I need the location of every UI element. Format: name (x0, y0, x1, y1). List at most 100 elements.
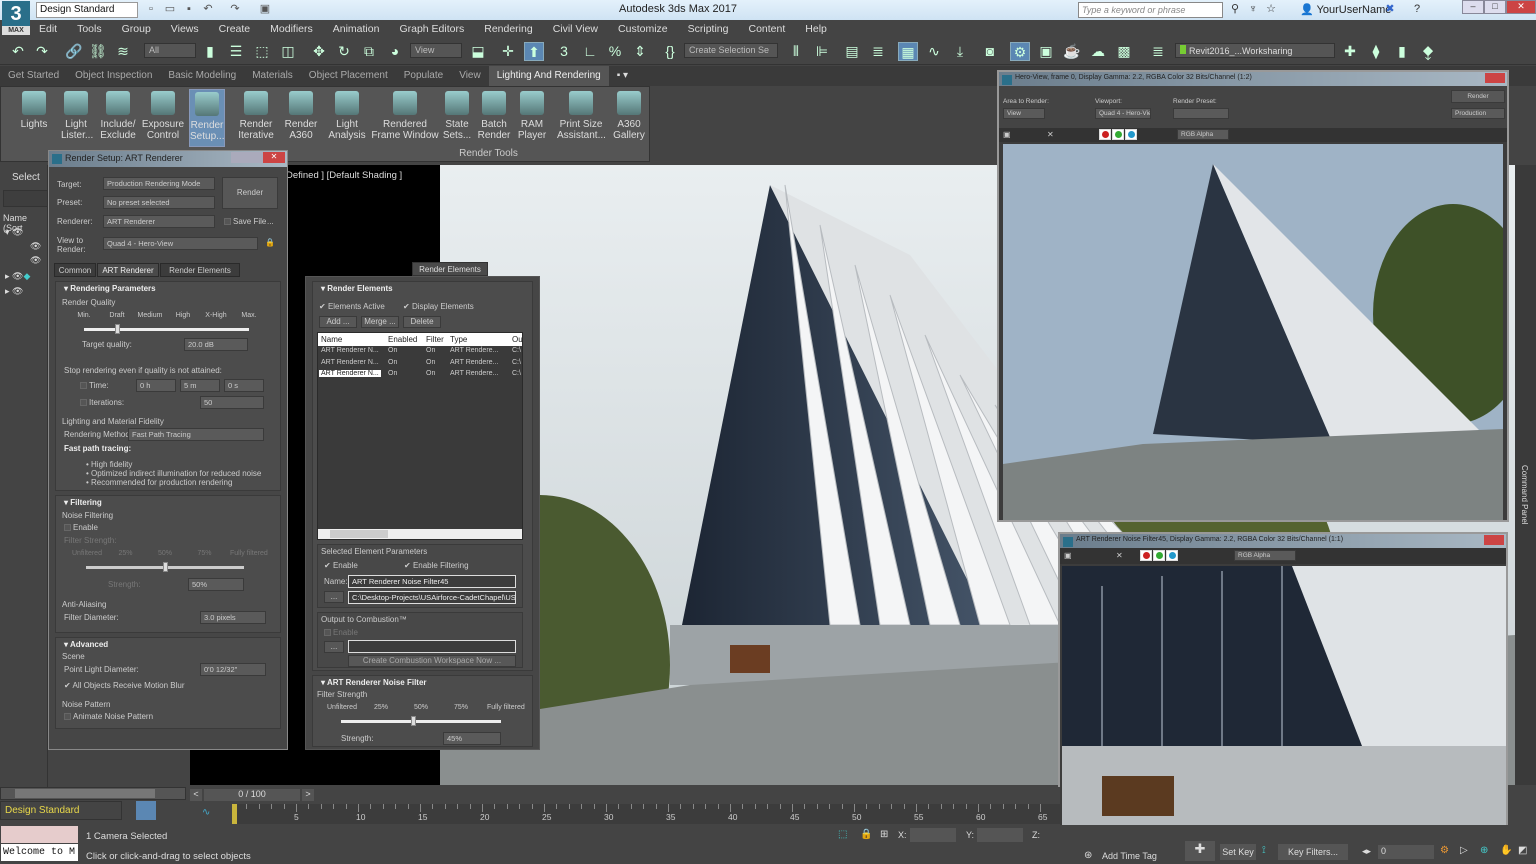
selection-filter-dropdown[interactable]: All (144, 43, 196, 58)
rollout-header[interactable]: ▾ Rendering Parameters (56, 282, 280, 293)
eye-icon[interactable]: 👁 (12, 286, 23, 296)
save-file-browse-button[interactable]: ... (267, 217, 274, 226)
merge-button[interactable]: Merge ... (361, 316, 399, 328)
rotate-icon[interactable]: ↻ (334, 42, 354, 61)
save-image-icon[interactable]: ▣ (1003, 130, 1011, 139)
tree-row[interactable]: ▸ 👁 (5, 286, 23, 297)
noise-filter-strength-slider[interactable] (341, 716, 501, 726)
red-channel-toggle[interactable] (1140, 550, 1153, 561)
rollout-header[interactable]: ▾ ART Renderer Noise Filter (313, 676, 532, 687)
green-channel-toggle[interactable] (1153, 550, 1166, 561)
preset-dropdown[interactable]: No preset selected (103, 196, 215, 209)
time-slider[interactable]: 0 / 100 (204, 789, 300, 801)
layer-dropdown[interactable]: Revit2016_...Worksharing (1175, 43, 1335, 58)
renderer-dropdown[interactable]: ART Renderer (103, 215, 215, 228)
x-coordinate-input[interactable] (910, 828, 956, 842)
layer-explorer-icon[interactable]: ≣ (868, 42, 888, 61)
maxscript-output[interactable]: Welcome to M (1, 844, 78, 861)
rendering-method-dropdown[interactable]: Fast Path Tracing (128, 428, 264, 441)
explorer-search-input[interactable] (3, 190, 48, 207)
display-elements-checkbox[interactable]: ✔ Display Elements (403, 302, 474, 311)
menu-group[interactable]: Group (113, 20, 162, 35)
edit-named-selection-icon[interactable]: {} (660, 42, 680, 61)
track-bar[interactable]: 05101520253035404550556065 (232, 804, 1062, 824)
strength-spinner[interactable]: 50% (188, 578, 244, 591)
blue-channel-toggle[interactable] (1125, 129, 1138, 140)
current-frame-spinner[interactable]: 0 (1378, 845, 1434, 859)
material-editor-icon[interactable]: ◙ (980, 42, 1000, 61)
iterations-spinner[interactable]: 50 (200, 396, 264, 409)
enable-filtering-checkbox[interactable]: ✔ Enable Filtering (404, 561, 469, 570)
next-frame-button[interactable]: > (302, 789, 314, 801)
menu-create[interactable]: Create (210, 20, 262, 35)
redo-icon[interactable]: ↷ (228, 3, 242, 16)
ribbon-toggle-icon[interactable]: ▦ (898, 42, 918, 61)
target-dropdown[interactable]: Production Rendering Mode (103, 177, 215, 190)
window-crossing-icon[interactable]: ◫ (278, 42, 298, 61)
close-button[interactable]: ✕ (263, 152, 285, 163)
render-button[interactable]: Render (222, 177, 278, 209)
save-file-checkbox[interactable]: Save File (224, 217, 266, 226)
channel-dropdown[interactable]: RGB Alpha (1234, 550, 1296, 561)
slider-knob[interactable] (163, 562, 168, 572)
rectangular-selection-icon[interactable]: ⬚ (252, 42, 272, 61)
keyboard-shortcut-override-icon[interactable]: ⬆ (524, 42, 544, 61)
ribbon-button-batch-render[interactable]: Batch Render (477, 89, 511, 147)
tab-render-elements[interactable]: Render Elements (412, 262, 488, 276)
area-to-render-dropdown[interactable]: View (1003, 108, 1045, 119)
eye-icon[interactable]: 👁 (12, 227, 23, 237)
key-mode-toggle-icon[interactable]: ◂▸ (1362, 846, 1371, 857)
pan-icon[interactable]: ✋ (1500, 845, 1512, 856)
layer-explorer-toggle-icon[interactable] (136, 801, 156, 820)
help-icon[interactable]: ? (1410, 3, 1424, 16)
key-filters-button[interactable]: Key Filters... (1278, 844, 1348, 860)
tab-object-inspection[interactable]: Object Inspection (67, 66, 160, 86)
rollout-header[interactable]: ▾ Filtering (56, 496, 280, 507)
tab-object-placement[interactable]: Object Placement (301, 66, 396, 86)
redo-icon[interactable]: ↷ (32, 42, 52, 61)
spinner-snap-icon[interactable]: ⇕ (630, 42, 650, 61)
align-icon[interactable]: ⊫ (812, 42, 832, 61)
favorites-icon[interactable]: ☆ (1264, 3, 1278, 16)
undo-icon[interactable]: ↶ (8, 42, 28, 61)
schematic-view-icon[interactable]: ⤓ (950, 42, 970, 61)
binoculars-icon[interactable]: ⚲ (1228, 3, 1242, 16)
motion-blur-checkbox[interactable]: ✔ All Objects Receive Motion Blur (64, 681, 185, 690)
menu-scripting[interactable]: Scripting (679, 20, 740, 35)
command-panel[interactable]: Command Panel (1515, 165, 1536, 785)
frame-window-title-bar[interactable]: ART Renderer Noise Filter45, Display Gam… (1060, 534, 1506, 548)
rollout-header[interactable]: ▾ Render Elements (313, 282, 532, 293)
maximize-button[interactable]: □ (1484, 0, 1506, 14)
create-combustion-workspace-button[interactable]: Create Combustion Workspace Now ... (348, 655, 516, 667)
tab-basic-modeling[interactable]: Basic Modeling (160, 66, 244, 86)
menu-modifiers[interactable]: Modifiers (261, 20, 324, 35)
ribbon-options-icon[interactable]: ▪ ▾ (609, 66, 636, 86)
filter-diameter-spinner[interactable]: 3.0 pixels (200, 611, 266, 624)
lock-icon[interactable]: 🔒 (265, 238, 275, 247)
curve-editor-mini-icon[interactable]: ∿ (202, 807, 210, 818)
key-mode-icon[interactable]: ⟟ (1262, 845, 1266, 856)
browse-button[interactable]: ... (324, 641, 344, 653)
close-button[interactable]: ✕ (1506, 0, 1536, 14)
table-row[interactable]: ART Renderer N... On On ART Rendere... C:\ (318, 369, 522, 381)
slider-knob[interactable] (115, 324, 120, 334)
render-setup-icon[interactable]: ⚙ (1010, 42, 1030, 61)
link-icon[interactable]: 🔗 (64, 42, 84, 61)
placement-icon[interactable]: ◕ (385, 42, 405, 61)
maximize-viewport-icon[interactable]: ◩ (1518, 845, 1527, 856)
render-cloud-icon[interactable]: ☁ (1088, 42, 1108, 61)
select-in-layer-icon[interactable]: ▮ (1392, 42, 1412, 61)
ribbon-button-render-setup[interactable]: Render Setup... (189, 89, 225, 147)
table-scrollbar[interactable] (318, 529, 522, 539)
ribbon-button-render-iterative[interactable]: Render Iterative (233, 89, 279, 147)
auto-key-icon[interactable]: ⚙ (1440, 845, 1449, 856)
ribbon-button-rendered-frame-window[interactable]: Rendered Frame Window (371, 89, 439, 147)
blue-channel-toggle[interactable] (1166, 550, 1179, 561)
ribbon-button-include-exclude[interactable]: Include/ Exclude (99, 89, 137, 147)
eye-icon[interactable]: 👁 (30, 241, 41, 252)
app-menu-button[interactable]: 3 MAX (2, 1, 30, 35)
search-input[interactable]: Type a keyword or phrase (1078, 2, 1223, 18)
time-slider-marker[interactable] (232, 804, 237, 824)
elements-active-checkbox[interactable]: ✔ Elements Active (319, 302, 385, 311)
scale-icon[interactable]: ⧉ (359, 42, 379, 61)
